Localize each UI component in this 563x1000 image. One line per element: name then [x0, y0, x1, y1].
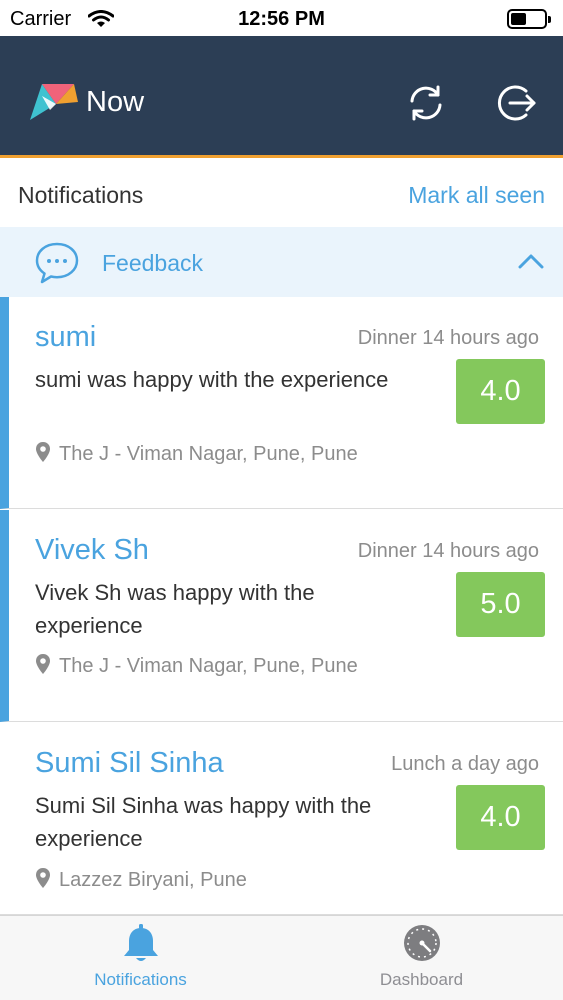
sync-icon[interactable]	[404, 81, 448, 130]
feedback-section-header[interactable]: Feedback	[0, 227, 563, 297]
list-item[interactable]: Vivek Sh Dinner 14 hours ago Vivek Sh wa…	[0, 510, 563, 722]
feedback-message: Sumi Sil Sinha was happy with the experi…	[35, 793, 372, 851]
feedback-message: sumi was happy with the experience	[35, 367, 389, 392]
list-item[interactable]: Sumi Sil Sinha Lunch a day ago Sumi Sil …	[0, 723, 563, 915]
dashboard-gauge-icon	[281, 923, 562, 968]
location-row: The J - Viman Nagar, Pune, Pune	[35, 653, 358, 678]
tab-dashboard[interactable]: Dashboard	[281, 916, 562, 1000]
tab-label: Dashboard	[379, 970, 464, 989]
location-text: The J - Viman Nagar, Pune, Pune	[59, 655, 358, 677]
location-text: The J - Viman Nagar, Pune, Pune	[59, 443, 358, 465]
customer-name: Vivek Sh	[35, 534, 149, 566]
location-pin-icon	[35, 442, 59, 465]
list-item[interactable]: sumi Dinner 14 hours ago sumi was happy …	[0, 297, 563, 509]
location-row: Lazzez Biryani, Pune	[35, 867, 247, 892]
logout-icon[interactable]	[496, 81, 540, 130]
bell-icon	[0, 923, 281, 970]
visit-time: Dinner 14 hours ago	[357, 540, 539, 562]
location-pin-icon	[35, 654, 59, 677]
customer-name: sumi	[35, 321, 97, 353]
location-row: The J - Viman Nagar, Pune, Pune	[35, 441, 358, 466]
chevron-up-icon[interactable]	[518, 253, 544, 274]
feedback-message: Vivek Sh was happy with the experience	[35, 580, 315, 638]
feedback-section-label: Feedback	[102, 250, 204, 276]
visit-time: Dinner 14 hours ago	[357, 327, 539, 349]
app-name: Now	[86, 86, 145, 118]
tab-notifications[interactable]: Notifications	[0, 916, 281, 1000]
location-pin-icon	[35, 868, 59, 891]
chat-bubble-icon	[34, 241, 80, 290]
clock-label: 12:56 PM	[238, 8, 325, 30]
page-title: Notifications	[18, 182, 144, 208]
tab-label: Notifications	[94, 970, 187, 989]
tab-bar: Notifications Dashboard	[0, 915, 563, 1000]
mark-all-seen-button[interactable]: Mark all seen	[408, 182, 545, 209]
battery-icon	[507, 9, 551, 29]
rating-badge: 5.0	[456, 572, 545, 637]
app-header: Now	[0, 36, 563, 158]
rating-badge: 4.0	[456, 785, 545, 850]
app-logo-icon	[30, 82, 82, 127]
rating-badge: 4.0	[456, 359, 545, 424]
notifications-heading-bar: Notifications Mark all seen	[0, 161, 563, 227]
customer-name: Sumi Sil Sinha	[35, 747, 224, 779]
location-text: Lazzez Biryani, Pune	[59, 869, 247, 891]
status-bar: Carrier 12:56 PM	[0, 0, 563, 36]
visit-time: Lunch a day ago	[391, 753, 539, 775]
